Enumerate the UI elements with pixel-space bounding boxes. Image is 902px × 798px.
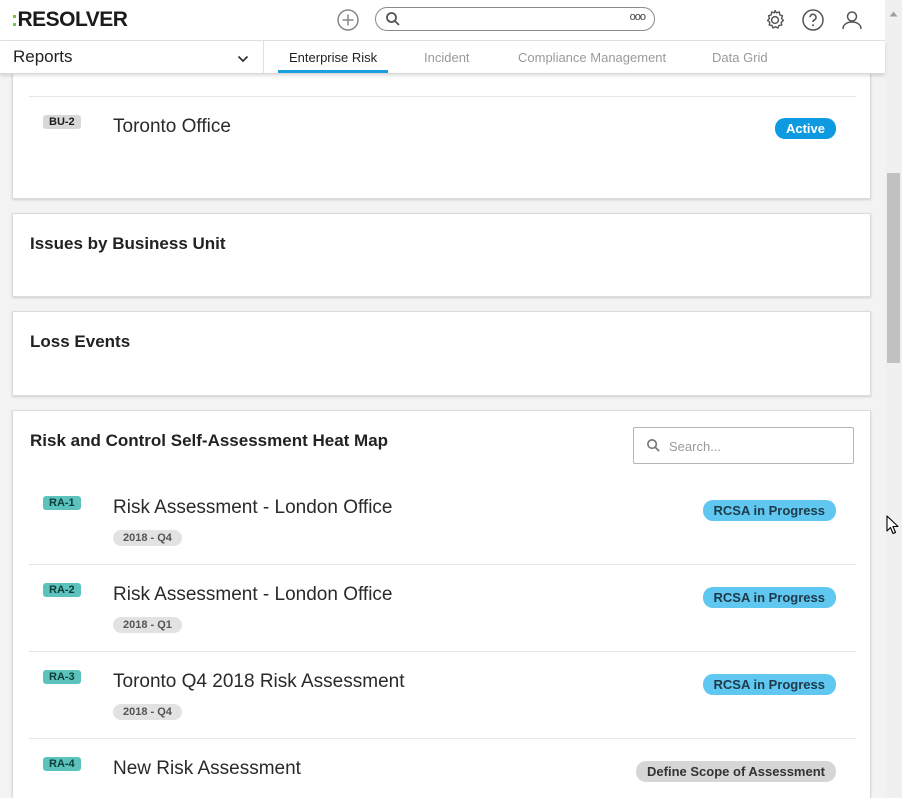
search-icon <box>646 438 661 458</box>
code-badge: RA-2 <box>43 583 81 597</box>
row-divider <box>29 738 856 739</box>
card-title: Risk and Control Self-Assessment Heat Ma… <box>30 431 389 450</box>
row-divider <box>29 651 856 652</box>
business-units-card: BU-2 Toronto Office Active <box>12 60 871 199</box>
tab-enterprise-risk[interactable]: Enterprise Risk <box>289 50 377 65</box>
help-icon[interactable] <box>801 8 825 32</box>
status-badge: RCSA in Progress <box>702 674 836 695</box>
tab-data-grid[interactable]: Data Grid <box>712 50 768 65</box>
status-badge: Active <box>774 118 836 139</box>
scrollbar-thumb[interactable] <box>887 173 900 363</box>
reports-dropdown[interactable]: Reports <box>0 41 264 73</box>
status-badge: RCSA in Progress <box>702 500 836 521</box>
card-title: Loss Events <box>30 332 131 351</box>
add-icon[interactable] <box>336 8 360 32</box>
status-badge: Define Scope of Assessment <box>636 761 836 782</box>
row-title[interactable]: Toronto Q4 2018 Risk Assessment <box>113 671 404 693</box>
search-placeholder: Search... <box>669 439 722 454</box>
user-profile-icon[interactable] <box>840 8 864 32</box>
resolver-logo[interactable]: :RESOLVER <box>11 8 128 32</box>
card-title: Issues by Business Unit <box>30 234 226 253</box>
search-icon <box>385 11 401 32</box>
row-title[interactable]: Toronto Office <box>113 116 231 138</box>
issues-by-business-unit-card: Issues by Business Unit <box>12 213 871 297</box>
global-search-input[interactable]: ooo <box>375 7 655 31</box>
reports-label: Reports <box>13 47 73 66</box>
nav-bar: Reports Enterprise Risk Incident Complia… <box>0 41 885 74</box>
row-divider <box>29 96 856 97</box>
active-tab-indicator <box>278 70 388 73</box>
code-badge: RA-1 <box>43 496 81 510</box>
row-title[interactable]: New Risk Assessment <box>113 758 301 780</box>
code-badge: RA-4 <box>43 757 81 771</box>
code-badge: BU-2 <box>43 115 81 129</box>
chevron-down-icon <box>237 51 249 69</box>
code-badge: RA-3 <box>43 670 81 684</box>
row-title[interactable]: Risk Assessment - London Office <box>113 497 393 519</box>
settings-gear-icon[interactable] <box>763 8 787 32</box>
row-title[interactable]: Risk Assessment - London Office <box>113 584 393 606</box>
period-badge: 2018 - Q4 <box>113 530 182 546</box>
rcsa-heat-map-card: Risk and Control Self-Assessment Heat Ma… <box>12 410 871 798</box>
row-divider <box>29 564 856 565</box>
card-search-input[interactable]: Search... <box>633 427 854 464</box>
scrollbar-track[interactable] <box>885 0 902 798</box>
more-options-icon[interactable]: ooo <box>630 11 646 23</box>
scroll-up-arrow-icon[interactable] <box>889 4 898 22</box>
loss-events-card: Loss Events <box>12 311 871 396</box>
status-badge: RCSA in Progress <box>702 587 836 608</box>
mouse-cursor-icon <box>886 515 900 540</box>
period-badge: 2018 - Q1 <box>113 617 182 633</box>
top-bar: :RESOLVER ooo <box>0 0 885 41</box>
tab-incident[interactable]: Incident <box>424 50 470 65</box>
tab-compliance-management[interactable]: Compliance Management <box>518 50 666 65</box>
period-badge: 2018 - Q4 <box>113 704 182 720</box>
